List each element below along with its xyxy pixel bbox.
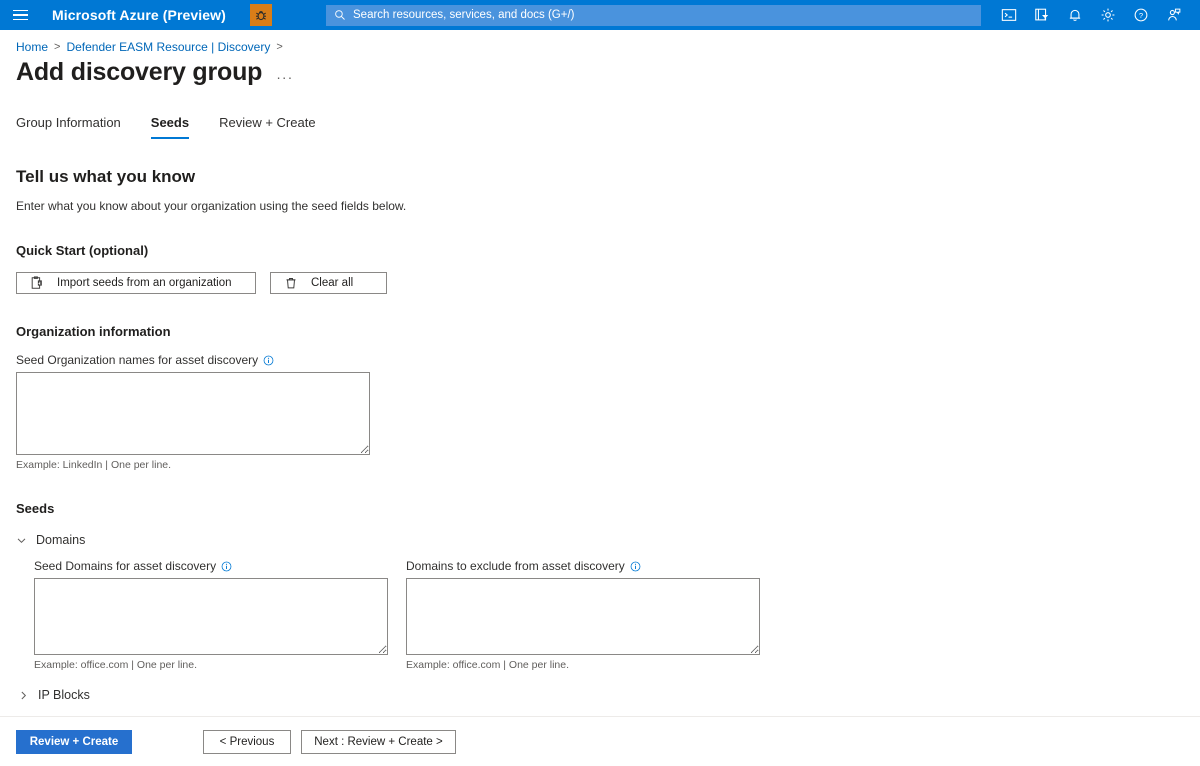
domains-fields: Seed Domains for asset discovery Example…: [16, 551, 1184, 671]
accordion-ip-blocks-label: IP Blocks: [38, 688, 90, 702]
settings-gear-icon[interactable]: [1091, 0, 1124, 30]
seed-domains-column: Seed Domains for asset discovery Example…: [34, 551, 406, 671]
seed-domains-label-row: Seed Domains for asset discovery: [34, 559, 406, 573]
svg-text:?: ?: [1138, 11, 1142, 20]
seed-organization-label: Seed Organization names for asset discov…: [16, 353, 259, 367]
search-icon: [334, 9, 346, 21]
exclude-domains-hint: Example: office.com | One per line.: [406, 659, 570, 671]
seed-organization-label-row: Seed Organization names for asset discov…: [16, 353, 1184, 367]
import-seeds-icon: [17, 276, 57, 290]
clear-all-label: Clear all: [311, 277, 354, 289]
previous-button[interactable]: < Previous: [203, 729, 291, 754]
trash-icon: [271, 276, 311, 290]
accordion-ip-blocks[interactable]: IP Blocks: [16, 688, 90, 702]
tab-seeds[interactable]: Seeds: [150, 111, 190, 139]
hamburger-menu-icon[interactable]: [0, 0, 40, 30]
clear-all-button[interactable]: Clear all: [270, 272, 387, 294]
help-question-icon[interactable]: ?: [1124, 0, 1157, 30]
breadcrumb-item-resource[interactable]: Defender EASM Resource | Discovery: [66, 40, 270, 54]
wizard-tabs: Group Information Seeds Review + Create: [16, 111, 1184, 139]
bug-icon[interactable]: [249, 4, 272, 26]
quick-start-buttons: Import seeds from an organization Clear …: [16, 272, 1184, 294]
wizard-footer: Review + Create < Previous Next : Review…: [0, 716, 1200, 766]
tab-review-create[interactable]: Review + Create: [219, 111, 315, 139]
azure-brand-title: Microsoft Azure (Preview): [52, 7, 226, 23]
chevron-down-icon: [16, 535, 27, 546]
organization-information-heading: Organization information: [16, 324, 171, 339]
import-seeds-label: Import seeds from an organization: [57, 277, 232, 289]
section-heading: Tell us what you know: [16, 167, 196, 186]
page-title: Add discovery group: [16, 58, 263, 86]
notifications-bell-icon[interactable]: [1058, 0, 1091, 30]
info-icon[interactable]: [263, 355, 274, 366]
info-icon[interactable]: [221, 561, 232, 572]
breadcrumb-separator: >: [54, 41, 61, 53]
exclude-domains-textarea[interactable]: [406, 578, 760, 655]
top-bar-icon-group: ?: [992, 0, 1190, 30]
azure-top-bar: Microsoft Azure (Preview) Search resourc…: [0, 0, 1200, 30]
directory-filter-icon[interactable]: [1025, 0, 1058, 30]
info-icon[interactable]: [630, 561, 641, 572]
page-title-row: Add discovery group ···: [16, 58, 1184, 87]
breadcrumb-separator-trailing: >: [276, 41, 283, 53]
next-review-create-button[interactable]: Next : Review + Create >: [301, 729, 456, 754]
import-seeds-button[interactable]: Import seeds from an organization: [16, 272, 256, 294]
exclude-domains-label: Domains to exclude from asset discovery: [406, 559, 625, 573]
more-options-icon[interactable]: ···: [276, 61, 293, 85]
review-create-button[interactable]: Review + Create: [16, 729, 132, 754]
quick-start-heading: Quick Start (optional): [16, 243, 149, 258]
seed-organization-textarea[interactable]: [16, 372, 370, 455]
seeds-heading: Seeds: [16, 501, 55, 516]
seed-organization-hint: Example: LinkedIn | One per line.: [16, 459, 172, 471]
accordion-domains-label: Domains: [36, 533, 86, 547]
feedback-person-icon[interactable]: [1157, 0, 1190, 30]
cloud-shell-icon[interactable]: [992, 0, 1025, 30]
breadcrumb: Home > Defender EASM Resource | Discover…: [16, 30, 1184, 54]
chevron-right-icon: [18, 690, 29, 701]
page-content: Home > Defender EASM Resource | Discover…: [0, 30, 1200, 733]
section-subtitle: Enter what you know about your organizat…: [16, 199, 407, 213]
tab-group-information[interactable]: Group Information: [16, 111, 121, 139]
seed-domains-label: Seed Domains for asset discovery: [34, 559, 217, 573]
seed-domains-textarea[interactable]: [34, 578, 388, 655]
exclude-domains-column: Domains to exclude from asset discovery …: [406, 551, 760, 671]
breadcrumb-item-home[interactable]: Home: [16, 40, 48, 54]
accordion-domains[interactable]: Domains: [16, 533, 85, 547]
seed-domains-hint: Example: office.com | One per line.: [34, 659, 198, 671]
exclude-domains-label-row: Domains to exclude from asset discovery: [406, 559, 760, 573]
search-placeholder-text: Search resources, services, and docs (G+…: [353, 9, 575, 21]
global-search-bar[interactable]: Search resources, services, and docs (G+…: [326, 4, 981, 26]
